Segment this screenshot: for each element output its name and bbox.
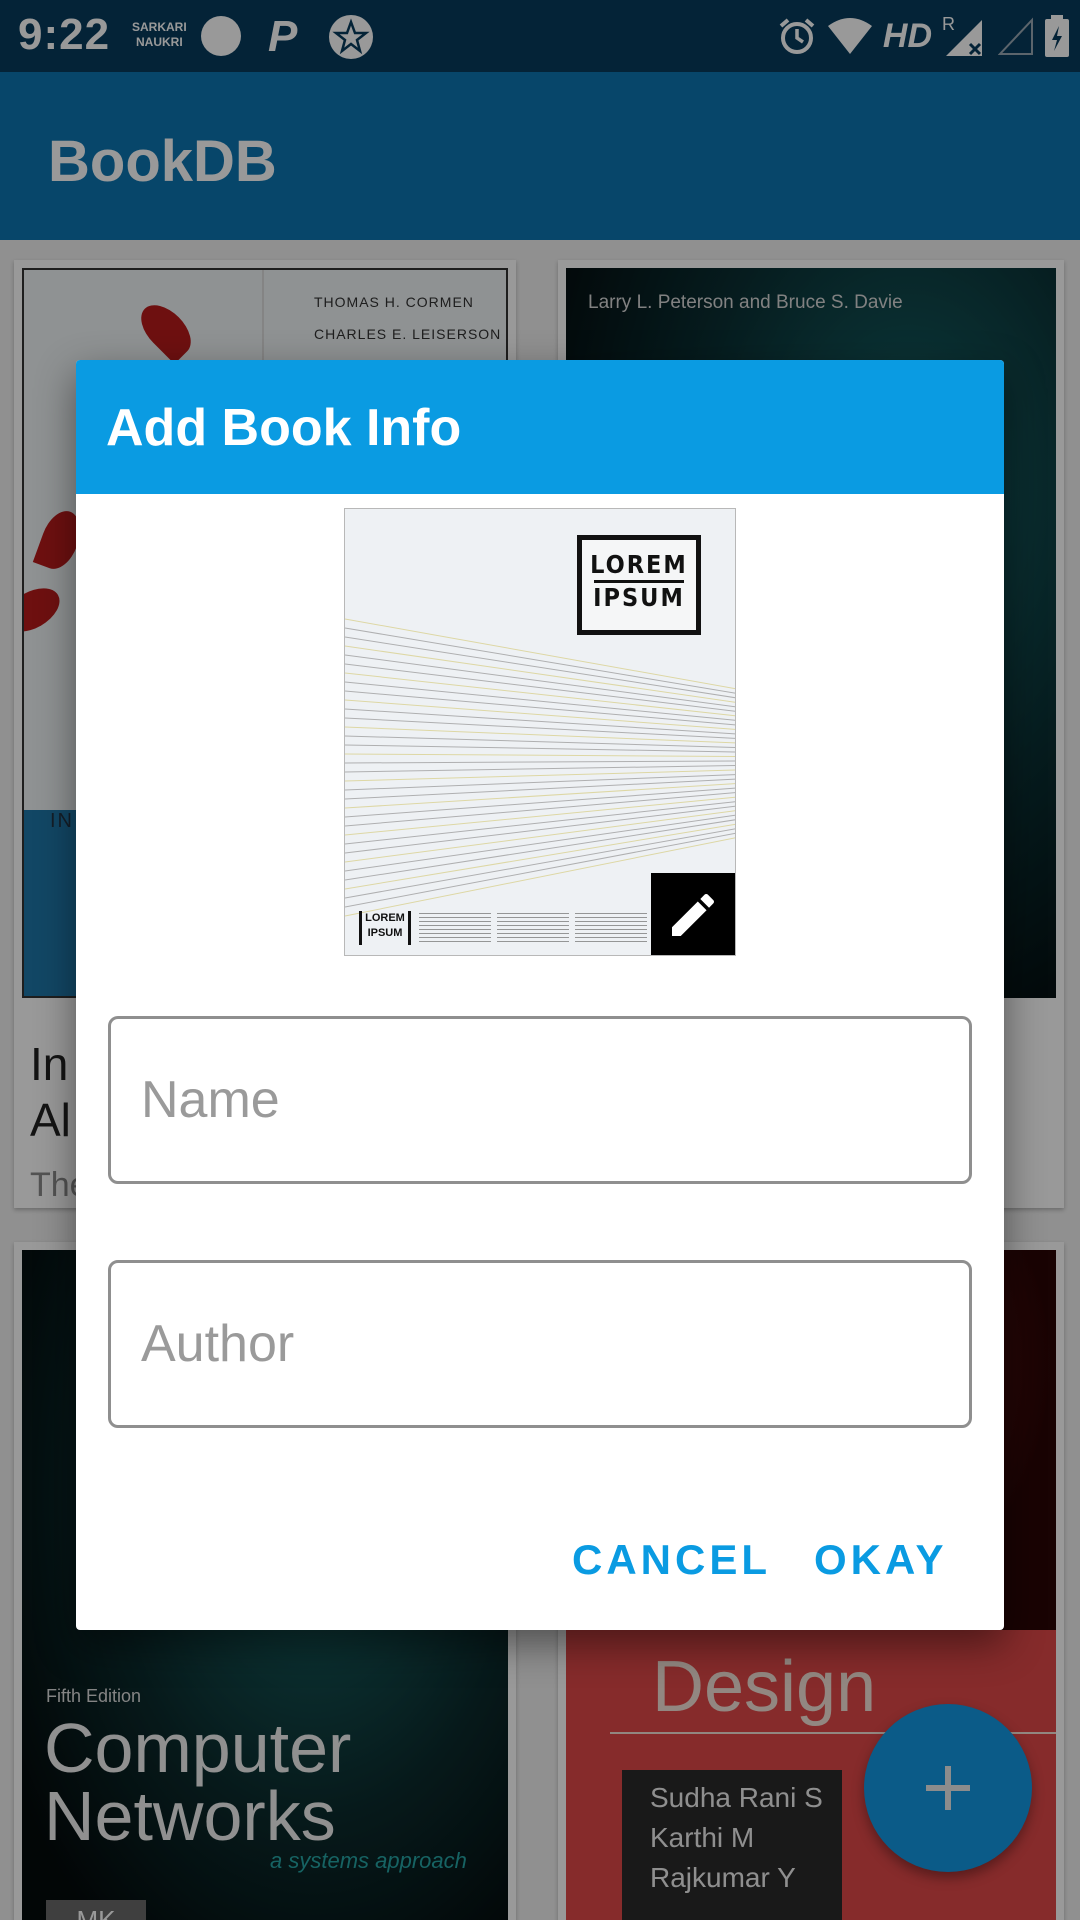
cover-small-logo: LOREM IPSUM [359,911,411,945]
author-input[interactable] [111,1263,969,1425]
cover-pattern-line [345,769,735,782]
cover-small-logo-line: LOREM [365,912,405,924]
cover-fine-print [575,913,647,943]
cover-logo: LOREM IPSUM [577,535,701,635]
cover-pattern-line [345,801,735,845]
cover-pattern-line [345,810,735,863]
cover-pattern-line [345,753,735,757]
dialog-header: Add Book Info [76,360,1004,494]
name-input[interactable] [111,1019,969,1181]
book-cover-preview[interactable]: LOREM IPSUM LOREM IPSUM [344,508,736,956]
add-book-dialog: Add Book Info LOREM IPSUM LOREM IPSUM CA… [76,360,1004,1630]
name-field[interactable] [108,1016,972,1184]
edit-cover-button[interactable] [651,873,735,955]
cover-fine-print [419,913,491,943]
cover-pattern-line [345,654,735,708]
cover-small-logo-line: IPSUM [367,927,403,939]
cover-logo-line: IPSUM [593,583,685,612]
author-field[interactable] [108,1260,972,1428]
cancel-button[interactable]: CANCEL [564,1520,779,1600]
dialog-actions: CANCEL OKAY [76,1520,1004,1600]
add-book-fab[interactable] [864,1704,1032,1872]
cover-pattern-line [345,636,735,699]
okay-button[interactable]: OKAY [806,1520,956,1600]
cover-logo-line: LOREM [590,550,688,579]
pencil-icon [672,893,715,936]
cover-pattern-line [345,765,735,773]
cover-pattern-line [345,690,735,726]
cover-pattern-line [345,672,735,717]
cover-fine-print [497,913,569,943]
cover-pattern-line [345,627,735,694]
cover-pattern-line [345,760,735,764]
cover-pattern-line [345,814,735,872]
dialog-title: Add Book Info [106,399,462,457]
cover-pattern-line [345,792,735,827]
